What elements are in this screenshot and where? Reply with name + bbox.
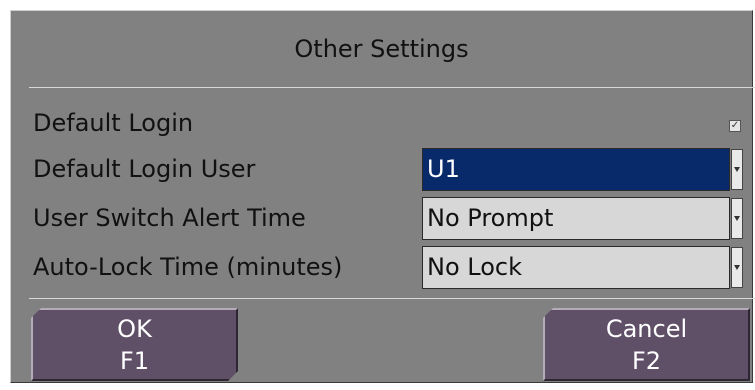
ok-button-label: OK	[117, 314, 152, 343]
dialog-title: Other Settings	[294, 35, 469, 63]
title-divider	[29, 87, 755, 88]
cancel-button-key: F2	[631, 346, 662, 375]
default-login-user-dropdown-button[interactable]	[731, 149, 743, 190]
user-switch-alert-time-label: User Switch Alert Time	[33, 204, 306, 232]
chevron-down-icon	[734, 265, 740, 270]
default-login-user-select[interactable]: U1	[422, 148, 730, 191]
chevron-down-icon	[734, 216, 740, 221]
footer-divider	[29, 298, 755, 299]
auto-lock-time-dropdown-button[interactable]	[731, 247, 743, 288]
auto-lock-time-select[interactable]: No Lock	[422, 246, 730, 289]
cancel-button-label: Cancel	[605, 314, 688, 343]
other-settings-dialog: Other Settings Default Login ✓ Default L…	[10, 10, 755, 383]
chevron-down-icon	[734, 167, 740, 172]
default-login-user-label: Default Login User	[33, 155, 256, 183]
cancel-button[interactable]: Cancel F2	[543, 308, 750, 381]
default-login-label: Default Login	[33, 109, 194, 137]
auto-lock-time-label: Auto-Lock Time (minutes)	[33, 253, 343, 281]
user-switch-alert-time-select[interactable]: No Prompt	[422, 197, 730, 240]
ok-button[interactable]: OK F1	[31, 308, 238, 381]
user-switch-alert-time-dropdown-button[interactable]	[731, 198, 743, 239]
ok-button-key: F1	[119, 346, 150, 375]
checkmark-icon: ✓	[730, 120, 740, 131]
default-login-checkbox[interactable]: ✓	[729, 120, 741, 132]
